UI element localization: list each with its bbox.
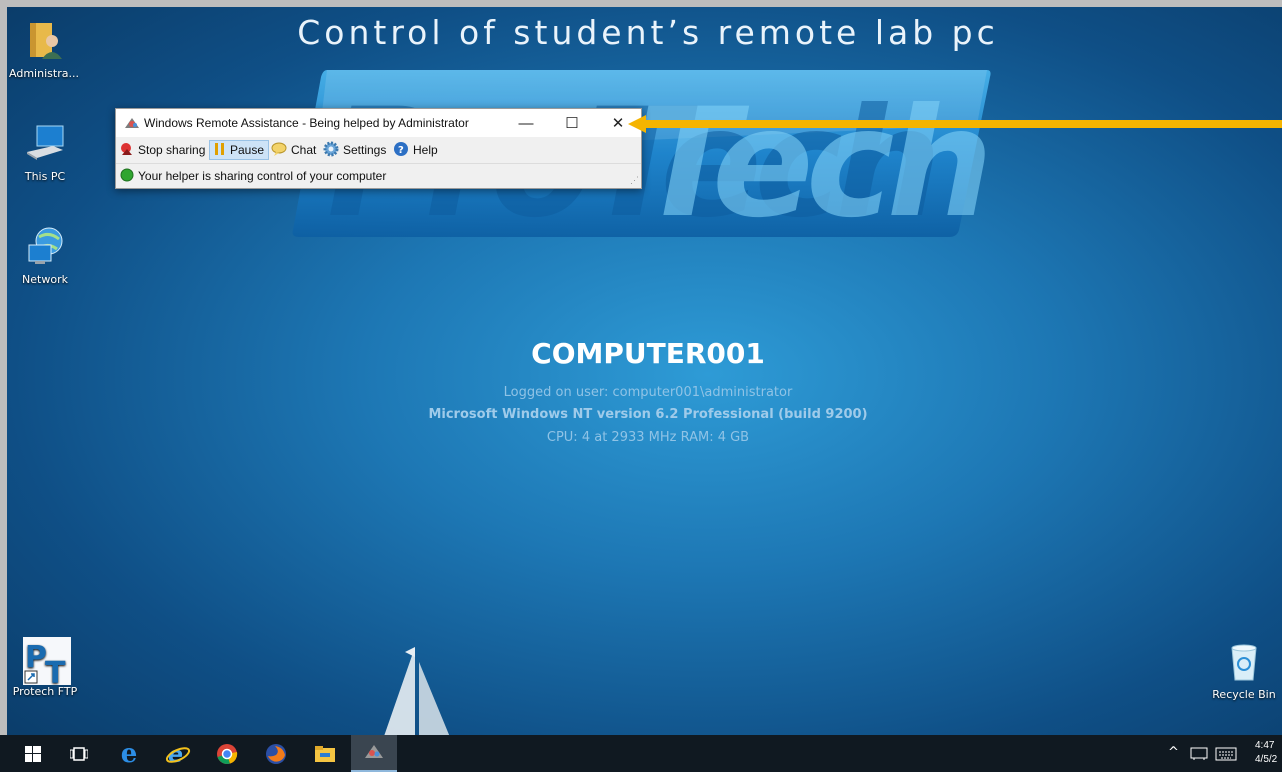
- settings-label: Settings: [343, 143, 387, 157]
- file-explorer-icon[interactable]: [302, 735, 348, 772]
- gear-icon: [323, 141, 339, 160]
- stop-sharing-button[interactable]: Stop sharing: [120, 140, 205, 160]
- computer-icon: [23, 122, 67, 166]
- hostname: COMPUTER001: [531, 337, 765, 370]
- window-title-bar[interactable]: Windows Remote Assistance - Being helped…: [116, 109, 641, 137]
- clock-time: 4:47: [1255, 740, 1275, 751]
- stop-sharing-icon: [120, 142, 134, 159]
- action-center-icon[interactable]: [1190, 746, 1208, 765]
- taskbar: e e ^ 4:47 4/5/2: [0, 735, 1282, 772]
- pause-button[interactable]: Pause: [209, 140, 270, 160]
- os-version: Microsoft Windows NT version 6.2 Profess…: [428, 407, 868, 422]
- desktop-icon-administrator[interactable]: Administra...: [7, 19, 82, 80]
- clock-date: 4/5/2: [1255, 754, 1278, 765]
- window-toolbar: Stop sharing Pause Chat Settings ? Help: [116, 137, 641, 163]
- status-ok-icon: [120, 168, 134, 185]
- help-icon: ?: [393, 141, 409, 160]
- chat-bubble-icon: [271, 142, 287, 159]
- desktop-icon-protech-ftp[interactable]: P T Protech FTP: [7, 637, 83, 698]
- remote-assistance-icon: [124, 116, 140, 133]
- desktop-icon-network[interactable]: Network: [7, 225, 83, 286]
- hardware-info: CPU: 4 at 2933 MHz RAM: 4 GB: [546, 430, 750, 445]
- settings-button[interactable]: Settings: [323, 140, 386, 160]
- windows-start-icon[interactable]: [10, 735, 56, 772]
- remote-assistance-icon: [364, 742, 384, 764]
- svg-text:Tech: Tech: [637, 77, 986, 240]
- annotation-arrow: [628, 115, 1282, 133]
- internet-explorer-icon[interactable]: e: [155, 735, 201, 772]
- desktop-icon-label: Network: [22, 273, 68, 286]
- desktop-icon-label: This PC: [24, 170, 66, 183]
- remote-assistance-window[interactable]: Windows Remote Assistance - Being helped…: [115, 108, 642, 189]
- maximize-button[interactable]: ☐: [550, 109, 594, 137]
- help-button[interactable]: ? Help: [393, 140, 438, 160]
- chat-button[interactable]: Chat: [271, 140, 316, 160]
- help-label: Help: [413, 143, 438, 157]
- logged-on-user: Logged on user: computer001\administrato…: [503, 385, 793, 400]
- recycle-bin-icon: [1222, 640, 1266, 684]
- user-folder-icon: [22, 19, 66, 63]
- remote-assistance-taskbar-button[interactable]: [351, 735, 397, 772]
- window-title: Windows Remote Assistance - Being helped…: [144, 116, 469, 130]
- svg-text:P: P: [25, 640, 47, 675]
- status-text: Your helper is sharing control of your c…: [138, 169, 387, 183]
- edge-icon[interactable]: e: [106, 735, 152, 772]
- minimize-button[interactable]: —: [504, 109, 548, 137]
- svg-text:?: ?: [398, 145, 404, 156]
- banner-caption: Control of student’s remote lab pc: [297, 13, 999, 52]
- resize-grip-icon[interactable]: ⋰: [630, 175, 639, 186]
- chevron-up-icon[interactable]: ^: [1168, 745, 1179, 760]
- chrome-icon[interactable]: [204, 735, 250, 772]
- desktop-icon-label: Protech FTP: [12, 685, 78, 698]
- status-bar: Your helper is sharing control of your c…: [116, 163, 641, 188]
- desktop-icon-label: Administra...: [9, 67, 79, 80]
- task-view-icon[interactable]: [56, 735, 102, 772]
- protech-ftp-icon: P T: [23, 637, 71, 691]
- firefox-icon[interactable]: [253, 735, 299, 772]
- pause-label: Pause: [230, 143, 265, 157]
- desktop-icon-recycle-bin[interactable]: Recycle Bin: [1206, 640, 1282, 701]
- svg-text:T: T: [45, 656, 66, 685]
- chat-label: Chat: [291, 143, 317, 157]
- system-clock[interactable]: 4:47 4/5/2: [1255, 739, 1277, 767]
- keyboard-icon[interactable]: [1215, 746, 1237, 765]
- stop-sharing-label: Stop sharing: [138, 143, 206, 157]
- desktop-icon-label: Recycle Bin: [1212, 688, 1276, 701]
- pause-icon: [214, 142, 226, 159]
- sailboat-decoration: [382, 647, 452, 742]
- network-globe-icon: [23, 225, 67, 269]
- desktop-icon-this-pc[interactable]: This PC: [7, 122, 83, 183]
